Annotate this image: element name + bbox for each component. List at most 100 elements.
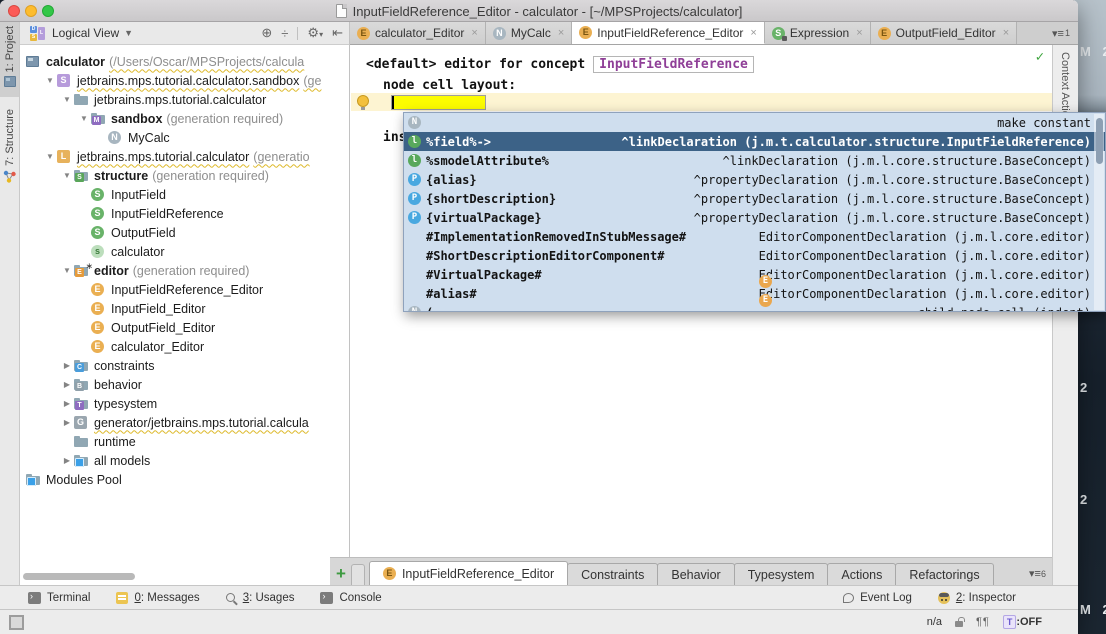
tree-row-mycalc[interactable]: NMyCalc [20, 128, 349, 147]
tab-list-dropdown[interactable]: ▾≡1 [1052, 22, 1078, 44]
tree-row-behavior[interactable]: ▶Bbehavior [20, 375, 349, 394]
close-icon[interactable]: × [471, 27, 477, 39]
toolwindow-button-messages[interactable]: 0: Messages [116, 592, 199, 604]
tree-row-outputfield-editor[interactable]: EOutputField_Editor [20, 318, 349, 337]
completion-type: child node cell (indent) [906, 306, 1091, 313]
toolwindow-button-event-log[interactable]: Event Log [843, 592, 912, 604]
blank-tab[interactable] [351, 564, 365, 585]
tree-row-inputfield-editor[interactable]: EInputField_Editor [20, 299, 349, 318]
completion-name: {virtualPackage} [426, 211, 542, 225]
tree-item-label: calculator_Editor [111, 340, 204, 354]
hide-panel-icon[interactable]: ⇤ [332, 25, 343, 41]
collapsed-arrow-icon[interactable]: ▶ [60, 361, 74, 370]
tree-row-inputfieldreference[interactable]: SInputFieldReference [20, 204, 349, 223]
editor-tab-MyCalc[interactable]: NMyCalc× [486, 22, 572, 44]
unlock-icon[interactable] [955, 621, 963, 627]
aspect-tab-behavior[interactable]: Behavior [657, 563, 734, 585]
tree-row-editor[interactable]: ▼E∗editor (generation required) [20, 261, 349, 280]
toolwindow-button-console[interactable]: Console [320, 592, 381, 604]
completion-item[interactable]: E#ImplementationRemovedInStubMessage#Edi… [404, 227, 1105, 246]
tree-row-outputfield[interactable]: SOutputField [20, 223, 349, 242]
toolwindow-tab-project[interactable]: 1: Project [0, 22, 19, 97]
expanded-arrow-icon[interactable]: ▼ [60, 95, 74, 104]
toolwindow-tab-structure[interactable]: 7: Structure [0, 105, 19, 193]
aspect-tab-refactorings[interactable]: Refactorings [895, 563, 993, 585]
tree-row-structure[interactable]: ▼Sstructure (generation required) [20, 166, 349, 185]
toolwindow-switcher-icon[interactable] [9, 615, 24, 630]
toolwindow-tab-project-label: 1: Project [4, 26, 16, 72]
completion-item[interactable]: Nmake constant [404, 113, 1105, 132]
add-aspect-button[interactable]: + [336, 565, 346, 582]
whitespace-toggle-icon[interactable]: ¶¶ [976, 616, 990, 628]
completion-item[interactable]: E#VirtualPackage#EditorComponentDeclarat… [404, 265, 1105, 284]
editor-tab-OutputField_Editor[interactable]: EOutputField_Editor× [871, 22, 1018, 44]
intention-bulb-icon[interactable] [357, 95, 369, 107]
editing-cell[interactable] [391, 95, 486, 110]
titlebar[interactable]: InputFieldReference_Editor - calculator … [0, 0, 1078, 22]
popup-scrollbar-thumb[interactable] [1096, 118, 1103, 164]
tree-horizontal-scrollbar[interactable] [23, 573, 135, 580]
completion-item[interactable]: E#alias#EditorComponentDeclaration (j.m.… [404, 284, 1105, 303]
completion-item[interactable]: l%smodelAttribute%^linkDeclaration (j.m.… [404, 151, 1105, 170]
default-keyword: <default> [366, 57, 436, 72]
aspect-tab-constraints[interactable]: Constraints [567, 563, 658, 585]
completion-popup[interactable]: Nmake constantl%field%->^linkDeclaration… [403, 112, 1106, 312]
concept-reference[interactable]: InputFieldReference [593, 56, 754, 73]
tree-row-inputfieldreference-editor[interactable]: EInputFieldReference_Editor [20, 280, 349, 299]
popup-scrollbar[interactable] [1094, 114, 1104, 310]
window-title: InputFieldReference_Editor - calculator … [353, 4, 743, 19]
collapse-all-icon[interactable]: ÷ [281, 26, 288, 41]
tree-item-label: InputFieldReference_Editor [111, 283, 263, 297]
toolwindow-button-usages[interactable]: 3: Usages [226, 592, 295, 604]
expanded-arrow-icon[interactable]: ▼ [43, 76, 57, 85]
expanded-arrow-icon[interactable]: ▼ [60, 266, 74, 275]
aspect-tab-list-dropdown[interactable]: ▾≡6 [1029, 567, 1046, 580]
collapsed-arrow-icon[interactable]: ▶ [60, 456, 74, 465]
collapsed-arrow-icon[interactable]: ▶ [60, 380, 74, 389]
completion-item[interactable]: P{shortDescription}^propertyDeclaration … [404, 189, 1105, 208]
expanded-arrow-icon[interactable]: ▼ [77, 114, 91, 123]
expanded-arrow-icon[interactable]: ▼ [60, 171, 74, 180]
tree-row-inputfield[interactable]: SInputField [20, 185, 349, 204]
tree-row-calculator[interactable]: calculator (/Users/Oscar/MPSProjects/cal… [20, 52, 349, 71]
tree-row-typesystem[interactable]: ▶Ttypesystem [20, 394, 349, 413]
tree-row-constraints[interactable]: ▶Cconstraints [20, 356, 349, 375]
tree-row-all-models[interactable]: ▶all models [20, 451, 349, 470]
typesystem-toggle[interactable]: T:OFF [1003, 615, 1042, 629]
editor-tab-calculator_Editor[interactable]: Ecalculator_Editor× [350, 22, 486, 44]
completion-item[interactable]: N(-child node cell (indent) [404, 303, 1105, 312]
tree-row-sandbox[interactable]: ▼Msandbox (generation required) [20, 109, 349, 128]
collapsed-arrow-icon[interactable]: ▶ [60, 399, 74, 408]
tree-row-jetbrains-mps-tutorial-calculator[interactable]: ▼jetbrains.mps.tutorial.calculator [20, 90, 349, 109]
tree-row-jetbrains-mps-tutorial-calculator[interactable]: ▼Ljetbrains.mps.tutorial.calculator (gen… [20, 147, 349, 166]
close-icon[interactable]: × [558, 27, 564, 39]
editor-tab-InputFieldReference_Editor[interactable]: EInputFieldReference_Editor× [572, 22, 765, 44]
locate-icon[interactable]: ⊕ [261, 25, 272, 41]
aspect-tab-typesystem[interactable]: Typesystem [734, 563, 829, 585]
toolwindow-button-inspector[interactable]: 2: Inspector [938, 592, 1016, 604]
tree-row-calculator[interactable]: scalculator [20, 242, 349, 261]
close-icon[interactable]: × [750, 27, 756, 39]
tree-row-jetbrains-mps-tutorial-calculator-sandbox[interactable]: ▼Sjetbrains.mps.tutorial.calculator.sand… [20, 71, 349, 90]
toolwindow-button-terminal[interactable]: Terminal [28, 592, 90, 604]
tree-row-runtime[interactable]: runtime [20, 432, 349, 451]
chevron-down-icon[interactable]: ▼ [124, 28, 133, 38]
tree-row-calculator-editor[interactable]: Ecalculator_Editor [20, 337, 349, 356]
editor-tab-Expression[interactable]: SExpression× [765, 22, 871, 44]
gear-icon[interactable]: ⚙▾ [307, 25, 323, 41]
aspect-tab-inputfieldreference_editor[interactable]: EInputFieldReference_Editor [369, 561, 568, 585]
close-icon[interactable]: × [1003, 27, 1009, 39]
aspect-tab-actions[interactable]: Actions [827, 563, 896, 585]
close-icon[interactable]: × [856, 27, 862, 39]
completion-item[interactable]: E#ShortDescriptionEditorComponent#Editor… [404, 246, 1105, 265]
expanded-arrow-icon[interactable]: ▼ [43, 152, 57, 161]
completion-item[interactable]: P{virtualPackage}^propertyDeclaration (j… [404, 208, 1105, 227]
top-bar: DSL Logical View ▼ ⊕ ÷ ⚙▾ ⇤ Ecalculator_… [20, 22, 1078, 45]
tree-row-generator-jetbrains-mps-tutorial-calcula[interactable]: ▶Ggenerator/jetbrains.mps.tutorial.calcu… [20, 413, 349, 432]
completion-item[interactable]: P{alias}^propertyDeclaration (j.m.l.core… [404, 170, 1105, 189]
completion-item-selected[interactable]: l%field%->^linkDeclaration (j.m.t.calcul… [404, 132, 1105, 151]
collapsed-arrow-icon[interactable]: ▶ [60, 418, 74, 427]
event-log-icon [843, 593, 854, 603]
tree-row-modules-pool[interactable]: Modules Pool [20, 470, 349, 489]
view-selector[interactable]: Logical View [52, 26, 119, 40]
